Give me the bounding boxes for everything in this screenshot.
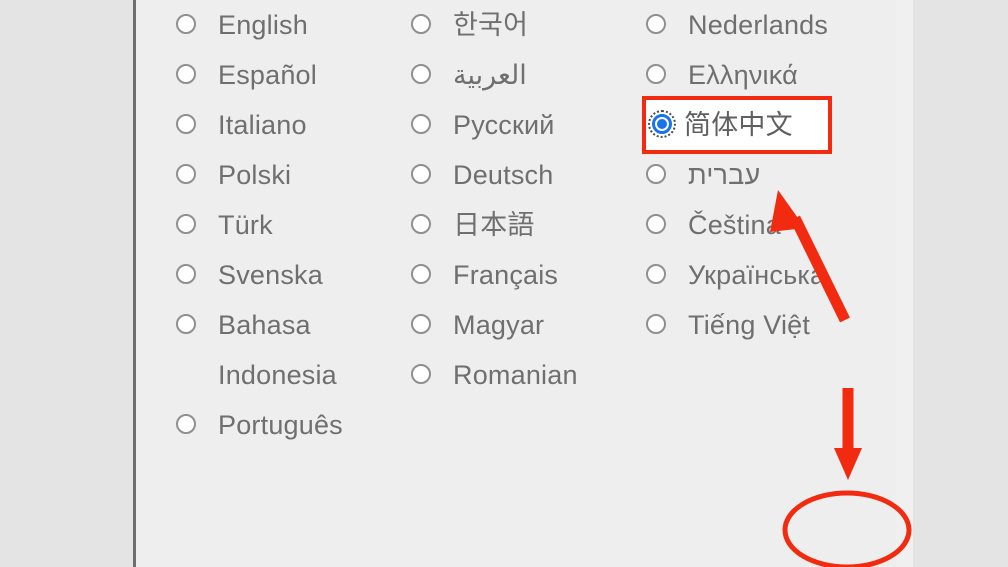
page-left-gutter — [0, 0, 133, 567]
language-option-label: Español — [218, 60, 317, 90]
language-columns: English Español Italiano Polski Türk Svenska B… — [136, 0, 896, 567]
radio-unselected-icon[interactable] — [176, 164, 196, 184]
language-option-label: 简体中文 — [684, 110, 793, 140]
language-option[interactable]: Magyar — [411, 300, 631, 350]
language-option-label: Українська — [688, 260, 826, 290]
language-option[interactable]: Deutsch — [411, 150, 631, 200]
radio-unselected-icon[interactable] — [176, 64, 196, 84]
language-option[interactable]: Nederlands — [646, 0, 861, 50]
language-option[interactable]: Português — [176, 400, 406, 450]
language-option[interactable]: Türk — [176, 200, 406, 250]
radio-unselected-icon[interactable] — [646, 314, 666, 334]
radio-unselected-icon[interactable] — [411, 14, 431, 34]
radio-unselected-icon[interactable] — [176, 264, 196, 284]
language-option[interactable]: Italiano — [176, 100, 406, 150]
language-option[interactable]: Polski — [176, 150, 406, 200]
column-3: Nederlands Ελληνικά 简体中文 עברית Čeština Україн… — [642, 0, 861, 350]
language-option[interactable]: 日本語 — [411, 200, 631, 250]
radio-unselected-icon[interactable] — [176, 414, 196, 434]
page-right-gutter — [913, 0, 1008, 567]
radio-unselected-icon[interactable] — [646, 14, 666, 34]
language-option[interactable]: Français — [411, 250, 631, 300]
radio-unselected-icon[interactable] — [646, 64, 666, 84]
language-selection-panel: English Español Italiano Polski Türk Svenska B… — [136, 0, 1008, 567]
language-option-label: 日本語 — [453, 210, 535, 240]
radio-unselected-icon[interactable] — [646, 214, 666, 234]
radio-unselected-icon[interactable] — [411, 314, 431, 334]
language-option[interactable]: Svenska — [176, 250, 406, 300]
radio-unselected-icon[interactable] — [411, 64, 431, 84]
language-option-label: Polski — [218, 160, 292, 190]
language-option-label: Magyar — [453, 310, 545, 340]
language-option[interactable]: Español — [176, 50, 406, 100]
language-option[interactable]: Čeština — [646, 200, 861, 250]
language-option-label: العربية — [453, 60, 527, 90]
language-option-label: Tiếng Việt — [688, 310, 811, 340]
radio-unselected-icon[interactable] — [176, 314, 196, 334]
language-option[interactable]: Русский — [411, 100, 631, 150]
radio-unselected-icon[interactable] — [646, 164, 666, 184]
language-option[interactable]: Українська — [646, 250, 861, 300]
language-option[interactable]: Ελληνικά — [646, 50, 861, 100]
language-option-label: Čeština — [688, 210, 781, 240]
language-option[interactable]: Romanian — [411, 350, 631, 400]
screen: English Español Italiano Polski Türk Svenska B… — [0, 0, 1008, 567]
radio-unselected-icon[interactable] — [176, 14, 196, 34]
radio-unselected-icon[interactable] — [411, 364, 431, 384]
language-option-label: Romanian — [453, 360, 578, 390]
radio-unselected-icon[interactable] — [646, 264, 666, 284]
language-option-label: English — [218, 10, 308, 40]
language-option-label: Ελληνικά — [688, 60, 798, 90]
radio-unselected-icon[interactable] — [411, 114, 431, 134]
language-option-label: Deutsch — [453, 160, 554, 190]
radio-unselected-icon[interactable] — [411, 164, 431, 184]
column-2: 한국어 العربية Русский Deutsch 日本語 Français Magya… — [411, 0, 631, 400]
language-option[interactable]: עברית — [646, 150, 861, 200]
radio-selected-icon[interactable] — [648, 110, 676, 138]
language-option-label: Nederlands — [688, 10, 829, 40]
language-option-label: Italiano — [218, 110, 307, 140]
language-option-label: Português — [218, 410, 343, 440]
language-option-label: Bahasa Indonesia — [218, 310, 337, 390]
radio-unselected-icon[interactable] — [411, 264, 431, 284]
column-1: English Español Italiano Polski Türk Svenska B… — [176, 0, 406, 450]
language-option-label: Türk — [218, 210, 273, 240]
radio-unselected-icon[interactable] — [411, 214, 431, 234]
language-option[interactable]: English — [176, 0, 406, 50]
language-option-label: Русский — [453, 110, 555, 140]
language-option-label: Svenska — [218, 260, 323, 290]
language-option-label: 한국어 — [453, 10, 529, 40]
language-option-selected[interactable]: 简体中文 — [642, 96, 832, 154]
language-option[interactable]: Bahasa Indonesia — [176, 300, 406, 400]
radio-unselected-icon[interactable] — [176, 214, 196, 234]
language-option[interactable]: العربية — [411, 50, 631, 100]
language-option-label: עברית — [688, 160, 761, 190]
radio-unselected-icon[interactable] — [176, 114, 196, 134]
language-option[interactable]: 한국어 — [411, 0, 631, 50]
language-option-label: Français — [453, 260, 559, 290]
vertical-scrollbar-track[interactable] — [896, 0, 913, 567]
language-option[interactable]: Tiếng Việt — [646, 300, 861, 350]
